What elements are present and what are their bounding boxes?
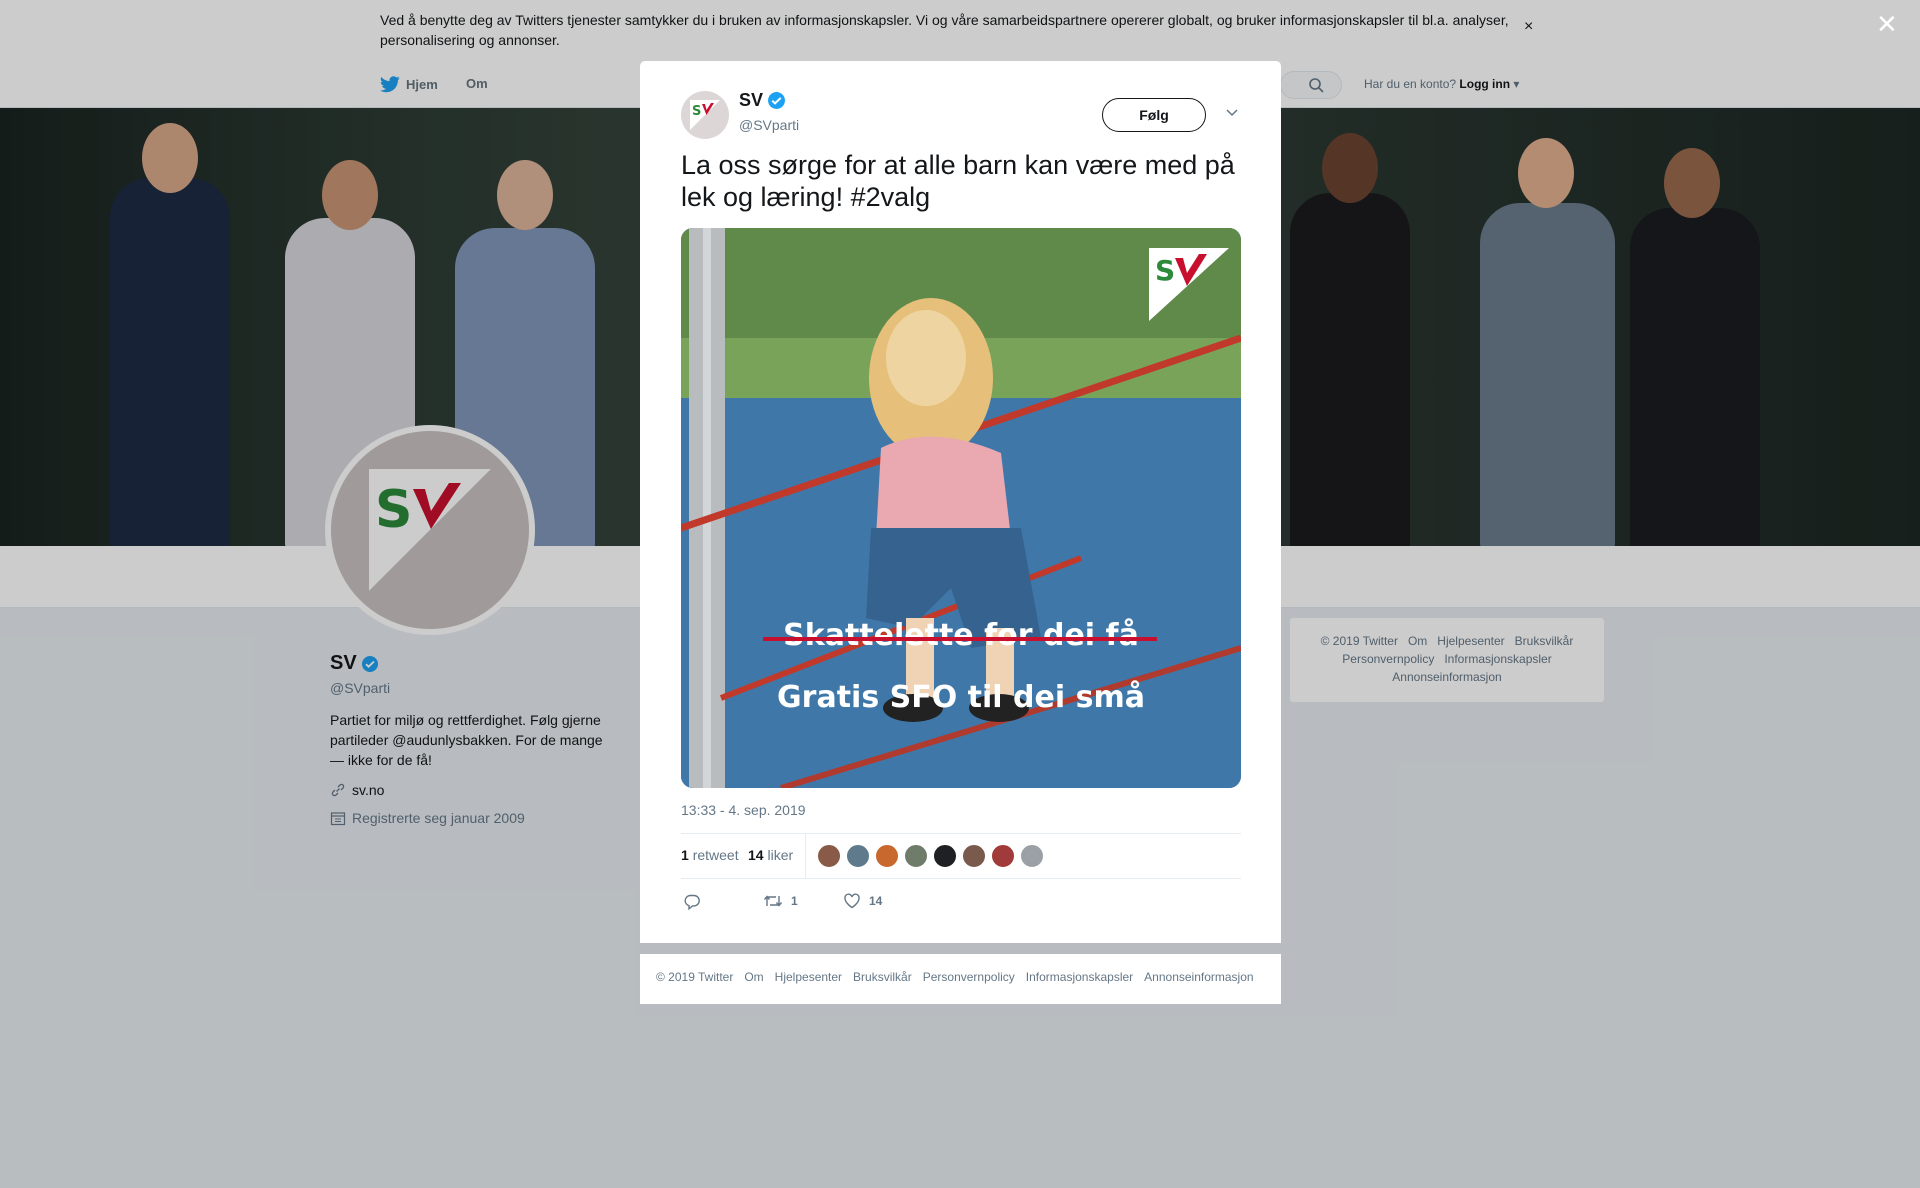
close-icon[interactable]: ✕ bbox=[1876, 11, 1898, 37]
footer-link-ads[interactable]: Annonseinformasjon bbox=[1144, 970, 1253, 984]
modal-footer: © 2019 Twitter Om Hjelpesenter Bruksvilkår P… bbox=[640, 954, 1281, 1004]
caret-down-icon[interactable] bbox=[1225, 108, 1239, 118]
reply-button[interactable] bbox=[683, 893, 701, 911]
footer-copyright: © 2019 Twitter bbox=[656, 970, 734, 984]
liker-avatar[interactable] bbox=[904, 844, 928, 868]
like-button[interactable]: 14 bbox=[843, 893, 882, 909]
svg-text:S: S bbox=[1155, 254, 1175, 287]
like-count: 14 bbox=[748, 847, 764, 863]
tweet-author-avatar[interactable]: S bbox=[681, 91, 729, 139]
tweet-text: La oss sørge for at alle barn kan være m… bbox=[681, 150, 1235, 212]
footer-link-about[interactable]: Om bbox=[744, 970, 763, 984]
media-strikethrough-line bbox=[763, 637, 1157, 641]
liker-avatar[interactable] bbox=[846, 844, 870, 868]
retweet-button[interactable]: 1 bbox=[763, 893, 798, 909]
like-count-link[interactable]: 14 liker bbox=[748, 847, 793, 863]
sv-logo-icon: S bbox=[690, 100, 720, 130]
media-caption-struck: Skattelette for dei få bbox=[783, 618, 1139, 653]
like-icon bbox=[844, 893, 860, 909]
liker-avatar[interactable] bbox=[875, 844, 899, 868]
tweet-stats: 1 retweet 14 liker bbox=[681, 833, 1241, 879]
liker-avatar[interactable] bbox=[817, 844, 841, 868]
liker-avatar[interactable] bbox=[933, 844, 957, 868]
tweet-media-image[interactable]: S Skattelette for dei få Gratis SFO til … bbox=[681, 228, 1241, 788]
tweet-author-handle[interactable]: @SVparti bbox=[739, 117, 799, 133]
verified-badge-icon bbox=[768, 92, 785, 109]
retweet-icon bbox=[763, 895, 783, 907]
tweet-author-name-text: SV bbox=[739, 90, 764, 110]
svg-text:S: S bbox=[692, 104, 701, 119]
footer-link-terms[interactable]: Bruksvilkår bbox=[853, 970, 912, 984]
footer-link-help[interactable]: Hjelpesenter bbox=[775, 970, 842, 984]
liker-avatar[interactable] bbox=[991, 844, 1015, 868]
tweet-modal: S SV @SVparti Følg La oss sørge for at a… bbox=[640, 61, 1281, 943]
retweet-label: retweet bbox=[692, 847, 739, 863]
media-caption: Gratis SFO til dei små bbox=[777, 680, 1145, 715]
like-label: liker bbox=[767, 847, 794, 863]
liker-avatars bbox=[817, 844, 1044, 868]
tweet-actions: 1 14 bbox=[681, 889, 1241, 919]
follow-button[interactable]: Følg bbox=[1102, 98, 1206, 132]
retweet-count: 1 bbox=[681, 847, 689, 863]
liker-avatar[interactable] bbox=[1020, 844, 1044, 868]
footer-link-privacy[interactable]: Personvernpolicy bbox=[923, 970, 1015, 984]
reply-icon bbox=[684, 894, 700, 911]
liker-avatar[interactable] bbox=[962, 844, 986, 868]
like-action-count: 14 bbox=[869, 894, 883, 908]
retweet-count-link[interactable]: 1 retweet bbox=[681, 847, 739, 863]
tweet-author-name[interactable]: SV bbox=[739, 90, 786, 111]
footer-link-cookies[interactable]: Informasjonskapsler bbox=[1026, 970, 1133, 984]
tweet-timestamp[interactable]: 13:33 - 4. sep. 2019 bbox=[681, 802, 806, 818]
retweet-action-count: 1 bbox=[791, 894, 798, 908]
stats-divider bbox=[805, 834, 806, 878]
